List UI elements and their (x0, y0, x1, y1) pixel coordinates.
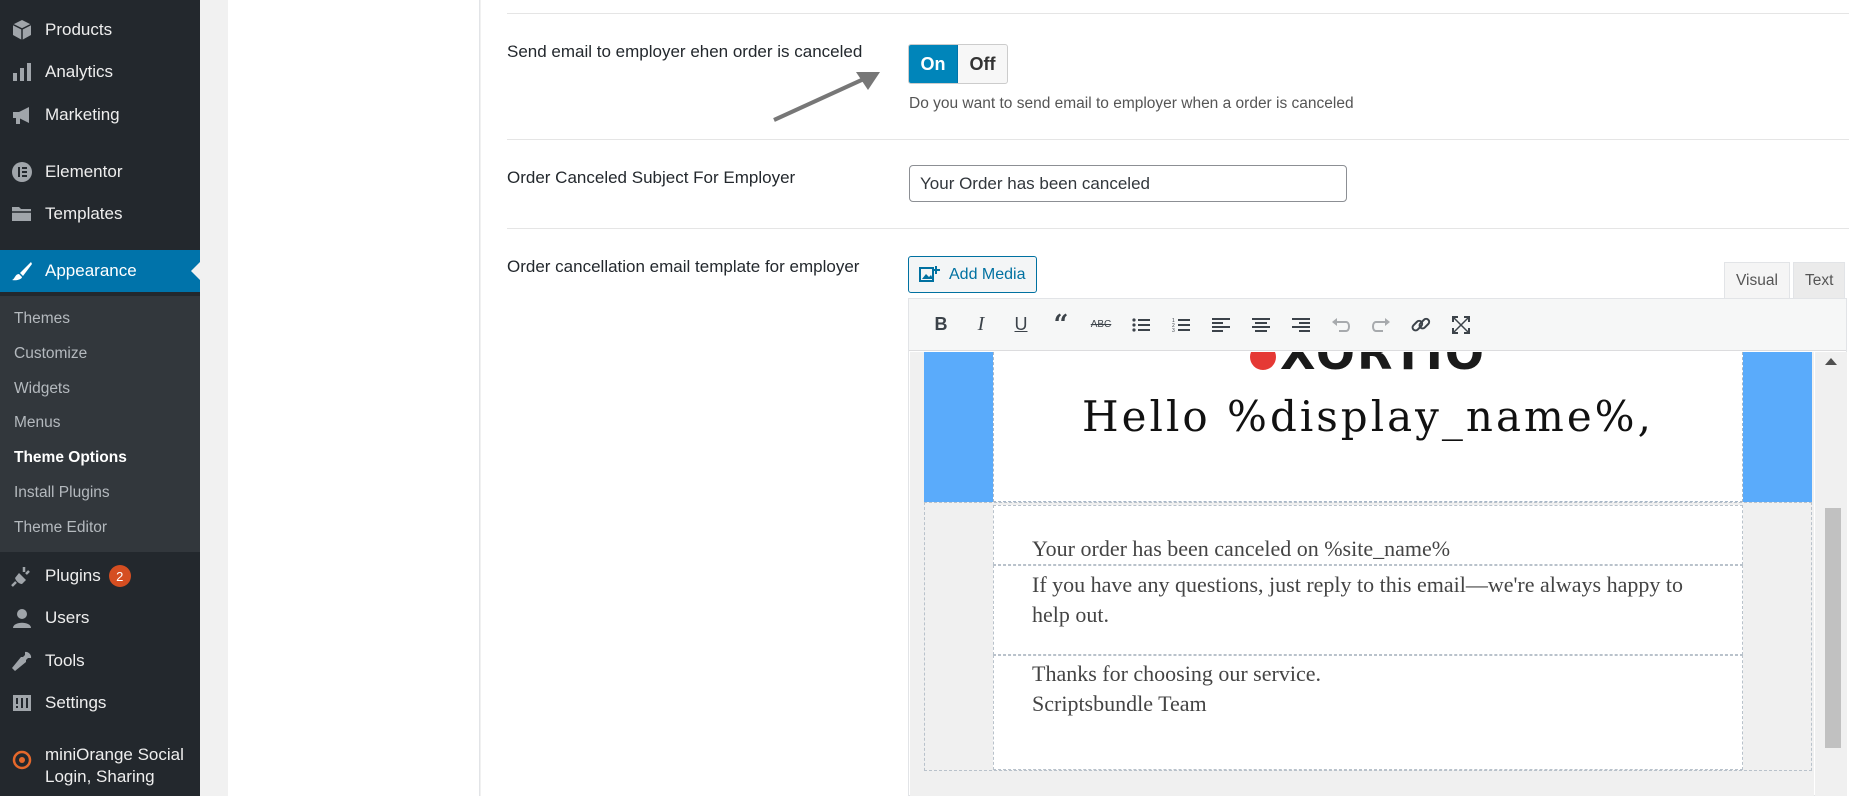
send-email-toggle[interactable]: On Off (908, 44, 1008, 84)
blockquote-icon[interactable]: “ (1041, 307, 1081, 343)
sidebar-item-label: Plugins (45, 566, 101, 585)
editor-content-area[interactable]: XORTIO Hello %display_name%, Your order … (910, 352, 1814, 796)
row-divider (507, 139, 1849, 140)
send-email-description: Do you want to send email to employer wh… (909, 95, 1354, 112)
add-media-label: Add Media (949, 265, 1026, 283)
folder-icon (8, 200, 36, 228)
fullscreen-icon[interactable] (1441, 307, 1481, 343)
cube-icon (8, 16, 36, 44)
add-media-icon (919, 265, 940, 282)
sidebar-item-label: Templates (45, 204, 123, 223)
svg-text:3: 3 (1172, 328, 1175, 333)
submenu-item-theme-editor[interactable]: Theme Editor (14, 519, 107, 537)
sidebar-item-settings[interactable]: Settings (0, 683, 200, 723)
pointer-arrow-icon (773, 72, 880, 122)
submenu-item-themes[interactable]: Themes (14, 310, 70, 328)
align-left-icon[interactable] (1201, 307, 1241, 343)
bullet-list-icon[interactable] (1121, 307, 1161, 343)
sidebar-item-label: Elementor (45, 162, 123, 181)
sidebar-item-miniorange[interactable]: miniOrange Social Login, Sharing (0, 744, 200, 792)
submenu-item-install-plugins[interactable]: Install Plugins (14, 484, 110, 502)
elementor-icon (8, 158, 36, 186)
update-count-badge: 2 (108, 565, 131, 587)
sidebar-item-users[interactable]: Users (0, 598, 200, 638)
email-footer-area (924, 770, 1812, 796)
sidebar-item-label: Appearance (45, 261, 137, 280)
send-email-label: Send email to employer ehen order is can… (507, 42, 863, 61)
align-right-icon[interactable] (1281, 307, 1321, 343)
row-divider (507, 228, 1849, 229)
plug-icon (8, 562, 36, 590)
toggle-off-button[interactable]: Off (958, 45, 1007, 83)
user-icon (8, 604, 36, 632)
link-icon[interactable] (1401, 307, 1441, 343)
sidebar-item-label: Tools (45, 651, 85, 670)
tab-text[interactable]: Text (1793, 262, 1846, 298)
submenu-item-customize[interactable]: Customize (14, 345, 87, 363)
settings-icon (8, 689, 36, 717)
underline-icon[interactable]: U (1001, 307, 1041, 343)
sidebar-item-analytics[interactable]: Analytics (0, 52, 200, 92)
numbered-list-icon[interactable]: 123 (1161, 307, 1201, 343)
sidebar-item-plugins[interactable]: Plugins 2 (0, 556, 200, 596)
active-caret (191, 262, 200, 280)
bold-icon[interactable]: B (921, 307, 961, 343)
editor-toolbar: B I U “ ABC 123 (909, 299, 1846, 351)
sidebar-item-label: miniOrange Social Login, Sharing (45, 745, 184, 786)
tab-visual[interactable]: Visual (1724, 262, 1790, 298)
options-section-nav (228, 0, 480, 796)
sidebar-item-label: Users (45, 608, 90, 627)
italic-icon[interactable]: I (961, 307, 1001, 343)
template-label: Order cancellation email template for em… (507, 257, 860, 276)
scroll-up-icon[interactable] (1825, 358, 1837, 365)
bar-chart-icon (8, 58, 36, 86)
sidebar-item-templates[interactable]: Templates (0, 194, 200, 234)
email-template-editor[interactable]: B I U “ ABC 123 XORTIO Hello %display_na… (908, 298, 1847, 796)
submenu-item-theme-options[interactable]: Theme Options (14, 449, 127, 467)
submenu-item-menus[interactable]: Menus (14, 414, 61, 432)
sidebar-item-marketing[interactable]: Marketing (0, 95, 200, 135)
subject-label: Order Canceled Subject For Employer (507, 168, 796, 187)
scrollbar-thumb[interactable] (1825, 508, 1841, 748)
subject-input[interactable] (909, 165, 1347, 202)
miniorange-icon (8, 746, 36, 774)
signoff-thanks: Thanks for choosing our service. (1032, 661, 1321, 686)
submenu-item-widgets[interactable]: Widgets (14, 380, 70, 398)
greeting-heading: Hello %display_name%, (1082, 392, 1654, 441)
email-header-card: XORTIO Hello %display_name%, (993, 352, 1743, 502)
content-gutter (200, 0, 228, 796)
sidebar-item-appearance[interactable]: Appearance (0, 250, 200, 292)
brush-icon (8, 257, 36, 285)
admin-sidebar: Products Analytics Marketing Elementor T… (0, 0, 200, 796)
email-body-line: If you have any questions, just reply to… (993, 565, 1743, 655)
editor-scrollbar[interactable] (1815, 352, 1847, 796)
brand-logo: XORTIO (994, 352, 1742, 380)
toggle-on-button[interactable]: On (909, 45, 958, 83)
megaphone-icon (8, 101, 36, 129)
sidebar-item-tools[interactable]: Tools (0, 641, 200, 681)
align-center-icon[interactable] (1241, 307, 1281, 343)
sidebar-item-label: Analytics (45, 62, 114, 81)
email-signoff: Thanks for choosing our service. Scripts… (993, 655, 1743, 770)
signoff-team: Scriptsbundle Team (1032, 691, 1207, 716)
sidebar-item-elementor[interactable]: Elementor (0, 152, 200, 192)
row-divider (507, 13, 1849, 14)
undo-icon[interactable] (1321, 307, 1361, 343)
sidebar-item-products[interactable]: Products (0, 10, 200, 50)
wrench-icon (8, 647, 36, 675)
appearance-submenu: Themes Customize Widgets Menus Theme Opt… (0, 296, 200, 552)
sidebar-item-label: Marketing (45, 105, 120, 124)
strikethrough-icon[interactable]: ABC (1081, 307, 1121, 343)
email-body-line: Your order has been canceled on %site_na… (993, 505, 1743, 565)
sidebar-item-label: Settings (45, 693, 107, 712)
sidebar-item-label: Products (45, 20, 113, 39)
redo-icon[interactable] (1361, 307, 1401, 343)
add-media-button[interactable]: Add Media (908, 256, 1037, 293)
